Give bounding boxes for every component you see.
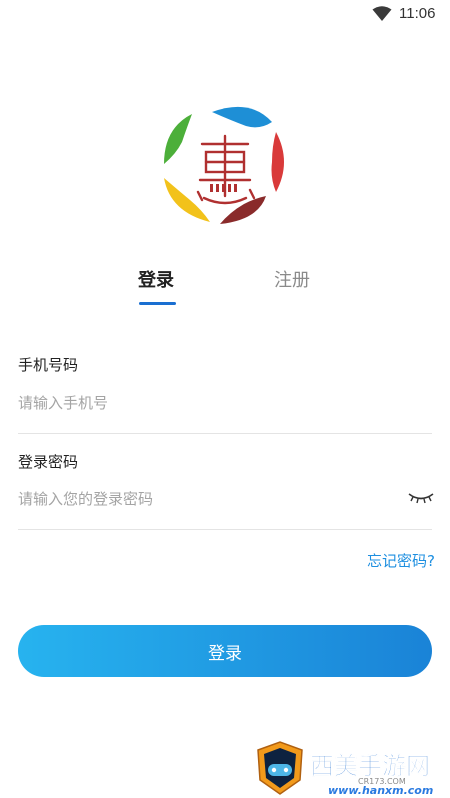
wifi-icon — [372, 6, 392, 21]
phone-divider — [18, 433, 432, 434]
password-label: 登录密码 — [18, 453, 79, 471]
tab-login[interactable]: 登录 — [138, 266, 174, 292]
status-time: 11:06 — [399, 5, 436, 22]
password-divider — [18, 529, 432, 530]
password-input[interactable] — [18, 485, 408, 513]
forgot-password-link[interactable]: 忘记密码? — [367, 550, 435, 571]
brand-logo-icon — [164, 106, 284, 224]
watermark-logo: 西美手游网 CR173.COM www.hanxm.com — [257, 741, 433, 797]
status-bar: 11:06 — [0, 0, 450, 30]
tab-register[interactable]: 注册 — [274, 266, 310, 292]
eye-closed-icon[interactable] — [408, 491, 434, 505]
svg-text:西美手游网: 西美手游网 — [310, 752, 430, 780]
phone-label: 手机号码 — [18, 356, 79, 374]
auth-tabs: 登录 注册 — [0, 262, 450, 307]
phone-input[interactable] — [18, 389, 408, 417]
login-button[interactable]: 登录 — [18, 625, 432, 677]
tab-active-indicator — [139, 302, 176, 305]
svg-text:www.hanxm.com: www.hanxm.com — [328, 784, 433, 797]
